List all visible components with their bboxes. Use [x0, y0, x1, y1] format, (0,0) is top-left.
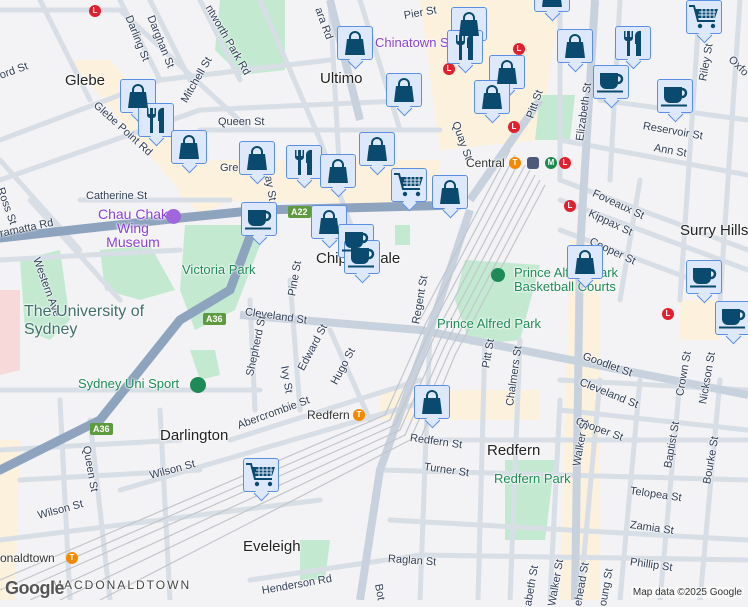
cafe-icon	[597, 71, 625, 93]
shopping-bag-marker[interactable]	[557, 29, 593, 63]
cafe-marker[interactable]	[657, 79, 693, 113]
shopping-bag-icon	[458, 12, 480, 36]
shopping-bag-marker[interactable]	[414, 385, 450, 419]
restaurant-icon	[293, 149, 315, 175]
shopping-bag-icon	[127, 84, 149, 108]
shopping-cart-marker[interactable]	[391, 168, 427, 202]
cafe-icon	[690, 266, 718, 288]
restaurant-marker[interactable]	[615, 26, 651, 60]
route-shield: A36	[203, 313, 226, 325]
shopping-bag-icon	[366, 137, 388, 161]
cafe-marker[interactable]	[241, 202, 277, 236]
shopping-bag-marker[interactable]	[239, 141, 275, 175]
shopping-cart-icon	[394, 172, 424, 198]
shopping-cart-icon	[246, 462, 276, 488]
street-label: MACDONALDTOWN	[52, 578, 192, 592]
shopping-bag-icon	[481, 85, 503, 109]
shopping-bag-marker[interactable]	[386, 73, 422, 107]
park-label: Prince Alfred Park	[437, 316, 542, 331]
shopping-bag-marker[interactable]	[337, 26, 373, 60]
shopping-bag-marker[interactable]	[534, 0, 570, 12]
shopping-bag-marker[interactable]	[567, 245, 603, 279]
shopping-bag-marker[interactable]	[359, 132, 395, 166]
station-label: Redfern	[307, 408, 350, 422]
park-label: Victoria Park	[182, 262, 256, 277]
cafe-marker[interactable]	[715, 301, 748, 335]
suburb-label: Darlington	[160, 427, 229, 444]
shopping-bag-icon	[439, 180, 461, 204]
suburb-label: Redfern	[487, 442, 541, 459]
restaurant-marker[interactable]	[286, 145, 322, 179]
shopping-bag-icon	[421, 390, 443, 414]
shopping-bag-marker[interactable]	[432, 175, 468, 209]
street-label: Bot	[372, 582, 387, 602]
shopping-bag-icon	[246, 146, 268, 170]
shopping-bag-icon	[496, 60, 518, 84]
restaurant-marker[interactable]	[138, 103, 174, 137]
map-attribution[interactable]: Map data ©2025 Google	[630, 587, 744, 598]
light-rail-icon: L	[662, 308, 674, 320]
hospital-area	[0, 290, 20, 375]
light-rail-icon: L	[508, 121, 520, 133]
train-icon: T	[353, 409, 365, 421]
restaurant-icon	[145, 107, 167, 133]
train-icon: T	[509, 157, 521, 169]
shopping-bag-marker[interactable]	[320, 154, 356, 188]
cafe-marker[interactable]	[593, 65, 629, 99]
shopping-cart-marker[interactable]	[686, 0, 722, 34]
cafe-marker[interactable]	[686, 260, 722, 294]
bus-icon	[527, 157, 539, 169]
suburb-label: Ultimo	[320, 70, 363, 87]
light-rail-icon: L	[564, 200, 576, 212]
street-label: Gre	[220, 162, 239, 174]
restaurant-icon	[454, 34, 476, 60]
street-label: Queen St	[218, 116, 265, 128]
cafe-icon	[348, 246, 376, 268]
park-label: Sydney Uni Sport	[78, 376, 180, 391]
shopping-bag-marker[interactable]	[171, 130, 207, 164]
shopping-cart-marker[interactable]	[243, 458, 279, 492]
shopping-bag-icon	[178, 135, 200, 159]
shopping-bag-icon	[541, 0, 563, 7]
route-shield: A36	[90, 423, 113, 435]
suburb-label: Glebe	[65, 72, 106, 89]
cafe-icon	[719, 307, 747, 329]
suburb-label: Eveleigh	[243, 538, 301, 555]
restaurant-icon	[622, 30, 644, 56]
station-label: Central	[466, 156, 505, 170]
museum-pin-icon[interactable]	[166, 209, 181, 224]
shopping-bag-icon	[574, 250, 596, 274]
shopping-bag-icon	[327, 159, 349, 183]
street-label: Catherine St	[86, 190, 148, 202]
station-label: onaldtown	[0, 551, 55, 565]
suburb-label: Surry Hills	[680, 222, 748, 239]
cafe-icon	[245, 208, 273, 230]
light-rail-icon: L	[443, 63, 455, 75]
shopping-bag-icon	[344, 31, 366, 55]
museum-label: Chau Chak Wing Museum	[97, 206, 169, 250]
light-rail-icon: L	[89, 5, 101, 17]
shopping-bag-icon	[564, 34, 586, 58]
map-canvas[interactable]	[0, 0, 748, 600]
cafe-icon	[661, 85, 689, 107]
google-logo[interactable]: Google	[5, 578, 65, 599]
train-icon: T	[66, 552, 78, 564]
shopping-bag-marker[interactable]	[474, 80, 510, 114]
route-shield: A22	[288, 206, 311, 218]
shopping-bag-icon	[318, 210, 340, 234]
cafe-marker[interactable]	[344, 240, 380, 274]
university-label: The University of Sydney	[24, 303, 145, 338]
light-rail-icon: L	[559, 157, 571, 169]
park-pin-icon[interactable]	[491, 268, 505, 282]
park-label: Redfern Park	[494, 471, 571, 486]
shopping-bag-icon	[393, 78, 415, 102]
light-rail-icon: L	[513, 43, 525, 55]
sport-pin-icon[interactable]	[190, 377, 206, 393]
shopping-cart-icon	[689, 4, 719, 30]
metro-icon: M	[545, 157, 557, 169]
